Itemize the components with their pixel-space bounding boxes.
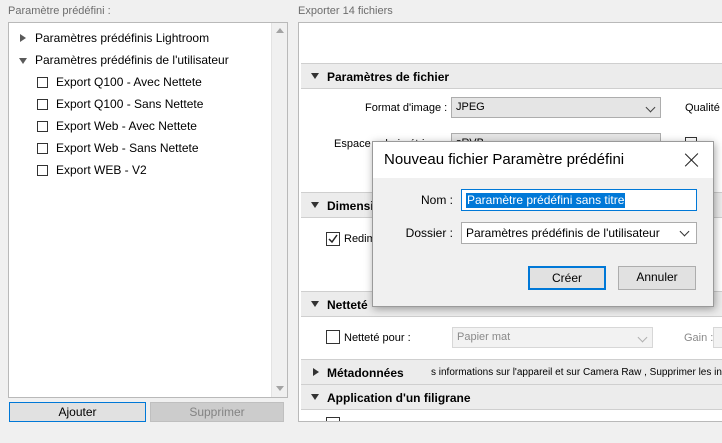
section-title: Paramètres de fichier (327, 70, 450, 84)
metadata-summary: s informations sur l'appareil et sur Cam… (431, 367, 722, 378)
chevron-down-icon (679, 226, 690, 237)
folder-label: Dossier : (405, 226, 453, 240)
section-title: Netteté (327, 298, 368, 312)
checkmark-icon (328, 234, 338, 244)
export-count-header: Exporter 14 fichiers (298, 5, 393, 17)
preset-checkbox[interactable] (37, 121, 48, 132)
sharpen-for-select[interactable]: Papier mat (452, 327, 653, 348)
select-value: Papier mat (457, 331, 511, 343)
section-title: Dimensi (327, 199, 374, 213)
preset-item-label: Export Q100 - Avec Nettete (56, 75, 202, 89)
close-icon[interactable] (685, 153, 699, 167)
gain-label: Gain : (684, 332, 714, 344)
preset-panel-header: Paramètre prédéfini : (8, 5, 111, 17)
collapse-arrow-icon[interactable] (311, 73, 319, 79)
tree-node-user-presets[interactable]: Paramètres prédéfinis de l'utilisateur (9, 49, 273, 71)
folder-select[interactable]: Paramètres prédéfinis de l'utilisateur (461, 222, 697, 244)
chevron-down-icon (645, 102, 656, 113)
select-value: JPEG (456, 101, 485, 113)
preset-item[interactable]: Export WEB - V2 (9, 159, 273, 181)
select-value: Paramètres prédéfinis de l'utilisateur (466, 226, 660, 240)
preset-checkbox[interactable] (37, 77, 48, 88)
section-watermark[interactable]: Application d'un filigrane (301, 384, 722, 410)
tree-scrollbar[interactable] (271, 23, 287, 397)
name-label: Nom : (420, 193, 453, 207)
preset-tree[interactable]: Paramètres prédéfinis Lightroom Paramètr… (8, 22, 288, 398)
expand-arrow-icon[interactable] (20, 34, 26, 42)
collapse-arrow-icon[interactable] (311, 394, 319, 400)
preset-item[interactable]: Export Q100 - Sans Nettete (9, 93, 273, 115)
sharpen-for-label: Netteté pour : (344, 332, 411, 344)
new-preset-dialog: Nouveau fichier Paramètre prédéfini Nom … (372, 141, 714, 307)
section-title: Application d'un filigrane (327, 391, 471, 405)
image-format-select[interactable]: JPEG (451, 97, 661, 118)
dialog-title: Nouveau fichier Paramètre prédéfini (384, 151, 625, 168)
resize-checkbox[interactable] (326, 232, 340, 246)
chevron-down-icon (637, 332, 648, 343)
watermark-checkbox[interactable] (326, 417, 340, 421)
preset-name-input[interactable]: Paramètre prédéfini sans titre (461, 189, 697, 211)
remove-preset-button[interactable]: Supprimer (150, 402, 284, 422)
preset-checkbox[interactable] (37, 165, 48, 176)
gain-select[interactable] (713, 327, 722, 348)
preset-item-label: Export WEB - V2 (56, 163, 147, 177)
preset-item-label: Export Web - Avec Nettete (56, 119, 197, 133)
image-format-label: Format d'image : (365, 102, 448, 114)
collapse-arrow-icon[interactable] (19, 58, 27, 64)
preset-item-label: Export Web - Sans Nettete (56, 141, 199, 155)
preset-checkbox[interactable] (37, 99, 48, 110)
preset-name-value: Paramètre prédéfini sans titre (466, 193, 626, 208)
dialog-titlebar[interactable]: Nouveau fichier Paramètre prédéfini (373, 142, 713, 178)
create-button[interactable]: Créer (528, 266, 606, 290)
tree-node-label: Paramètres prédéfinis de l'utilisateur (35, 53, 229, 67)
preset-item[interactable]: Export Web - Sans Nettete (9, 137, 273, 159)
preset-item-label: Export Q100 - Sans Nettete (56, 97, 204, 111)
section-title: Métadonnées (327, 366, 404, 380)
sharpen-for-checkbox[interactable] (326, 330, 340, 344)
preset-item[interactable]: Export Q100 - Avec Nettete (9, 71, 273, 93)
section-file-settings[interactable]: Paramètres de fichier (301, 63, 722, 89)
section-metadata[interactable]: Métadonnées s informations sur l'apparei… (301, 359, 722, 385)
tree-node-lightroom-presets[interactable]: Paramètres prédéfinis Lightroom (9, 27, 273, 49)
quality-label: Qualité (685, 102, 720, 114)
scroll-down-icon[interactable] (276, 386, 284, 391)
tree-node-label: Paramètres prédéfinis Lightroom (35, 31, 210, 45)
scroll-up-icon[interactable] (276, 28, 284, 33)
preset-item[interactable]: Export Web - Avec Nettete (9, 115, 273, 137)
expand-arrow-icon[interactable] (313, 368, 319, 376)
collapse-arrow-icon[interactable] (311, 301, 319, 307)
preset-checkbox[interactable] (37, 143, 48, 154)
add-preset-button[interactable]: Ajouter (9, 402, 146, 422)
collapse-arrow-icon[interactable] (311, 202, 319, 208)
cancel-button[interactable]: Annuler (618, 266, 696, 290)
